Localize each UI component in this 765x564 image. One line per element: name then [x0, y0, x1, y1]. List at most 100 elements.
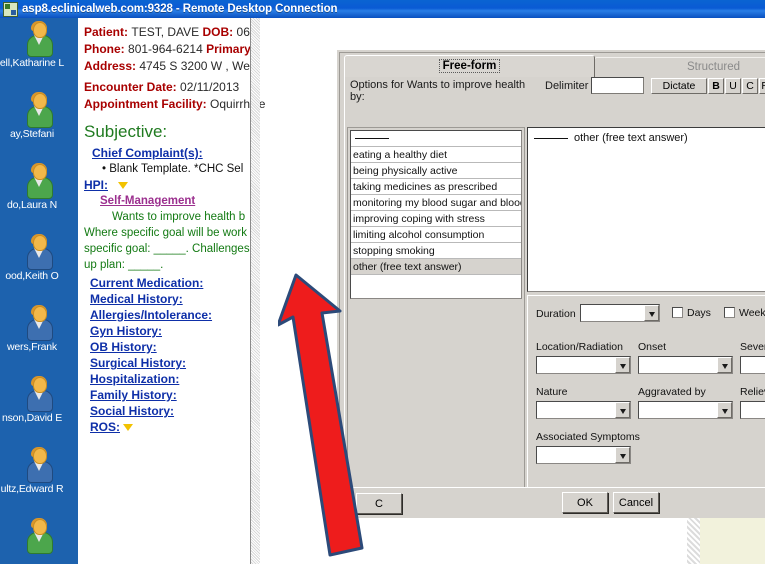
- days-checkbox[interactable]: [672, 307, 683, 318]
- sidebar-item-label: ay,Stefani: [10, 128, 54, 140]
- section-link[interactable]: Allergies/Intolerance:: [90, 307, 256, 323]
- option-listbox[interactable]: eating a healthy diet being physically ac…: [350, 130, 522, 299]
- option-list-item[interactable]: monitoring my blood sugar and blood pres…: [351, 195, 521, 211]
- hpi-attributes-group: Duration Days Weeks Months Years Locatio…: [527, 295, 765, 489]
- option-list-panel: eating a healthy diet being physically ac…: [347, 127, 525, 489]
- editor-content: other (free text answer): [534, 132, 688, 144]
- free-text-editor[interactable]: other (free text answer): [527, 127, 765, 292]
- option-list-item[interactable]: improving coping with stress: [351, 211, 521, 227]
- tab-panel-free-form: Options for Wants to improve health by: …: [344, 74, 765, 518]
- bold-button[interactable]: B: [708, 78, 724, 94]
- reset-font-button[interactable]: Reset Font: [759, 78, 765, 94]
- document-scrollbar[interactable]: [250, 18, 260, 564]
- chevron-down-icon[interactable]: [118, 181, 128, 189]
- sidebar-item-label: wers,Frank: [7, 341, 57, 353]
- chief-complaint-item: • Blank Template. *CHC Sel: [102, 163, 244, 175]
- chevron-down-icon[interactable]: [615, 447, 630, 463]
- user-female-icon: [24, 518, 54, 554]
- dialog-inner: Free-form Structured Options for Wants t…: [339, 52, 765, 518]
- location-combo[interactable]: [536, 356, 631, 374]
- sidebar-item-label: ell,Katharine L: [0, 57, 65, 69]
- user-female-icon: [24, 163, 54, 199]
- section-link[interactable]: Hospitalization:: [90, 371, 256, 387]
- onset-label: Onset: [638, 341, 667, 353]
- section-link[interactable]: Social History:: [90, 403, 256, 419]
- document-page: Patient: TEST, DAVE DOB: 06/Phone: 801-9…: [78, 18, 765, 564]
- chevron-down-icon[interactable]: [717, 402, 732, 418]
- sidebar-item[interactable]: ay,Stefani: [0, 89, 78, 160]
- patient-header-line: Patient: TEST, DAVE DOB: 06/: [84, 25, 254, 39]
- severity-combo[interactable]: [740, 356, 765, 374]
- weeks-checkbox[interactable]: [724, 307, 735, 318]
- weeks-label: Weeks: [739, 307, 765, 319]
- ok-button[interactable]: OK: [562, 492, 608, 513]
- section-link[interactable]: Family History:: [90, 387, 256, 403]
- option-list-item[interactable]: stopping smoking: [351, 243, 521, 259]
- sidebar-item-label: ultz,Edward R: [0, 483, 64, 495]
- sidebar-item[interactable]: [0, 515, 78, 564]
- user-female-icon: [24, 21, 54, 57]
- chief-complaint-link[interactable]: Chief Complaint(s):: [92, 145, 256, 161]
- section-link[interactable]: Gyn History:: [90, 323, 256, 339]
- tab-structured-label: Structured: [686, 61, 741, 73]
- narrative-line-3: up plan: _____.: [84, 259, 164, 271]
- ok-button-label: OK: [577, 497, 593, 509]
- sidebar-item[interactable]: ultz,Edward R: [0, 444, 78, 515]
- self-management-link[interactable]: Self-Management: [100, 193, 256, 209]
- days-label: Days: [687, 307, 711, 319]
- tab-structured[interactable]: Structured: [594, 57, 765, 77]
- sidebar-item[interactable]: wers,Frank: [0, 302, 78, 373]
- dictate-button[interactable]: Dictate: [651, 78, 707, 94]
- chevron-down-icon[interactable]: [615, 402, 630, 418]
- chevron-down-icon[interactable]: [717, 357, 732, 373]
- option-list-item[interactable]: eating a healthy diet: [351, 147, 521, 163]
- duration-label: Duration: [536, 308, 576, 320]
- dialog-tabs: Free-form Structured: [344, 55, 765, 77]
- aggravated-by-combo[interactable]: [638, 401, 733, 419]
- option-list-item[interactable]: other (free text answer): [351, 259, 521, 275]
- sidebar-item[interactable]: nson,David E: [0, 373, 78, 444]
- color-button[interactable]: C: [742, 78, 758, 94]
- location-label: Location/Radiation: [536, 341, 623, 353]
- nature-combo[interactable]: [536, 401, 631, 419]
- user-female-icon: [24, 92, 54, 128]
- patient-header-line: Address: 4745 S 3200 W , West: [84, 59, 260, 73]
- section-link[interactable]: Surgical History:: [90, 355, 256, 371]
- window-titlebar: asp8.eclinicalweb.com:9328 - Remote Desk…: [0, 0, 765, 18]
- option-list-item[interactable]: taking medicines as prescribed: [351, 179, 521, 195]
- remote-desktop-icon: [3, 1, 18, 17]
- relieved-by-label: Relieved by: [740, 386, 765, 398]
- patient-header-line: Phone: 801-964-6214 Primary I: [84, 42, 258, 56]
- tab-free-form[interactable]: Free-form: [344, 55, 595, 77]
- clear-all-button[interactable]: C: [356, 493, 402, 514]
- section-link[interactable]: OB History:: [90, 339, 256, 355]
- hpi-link[interactable]: HPI:: [84, 177, 108, 193]
- patient-header-line: Encounter Date: 02/11/2013: [84, 80, 240, 94]
- patient-header-line: Appointment Facility: Oquirrhvie: [84, 97, 266, 111]
- relieved-by-combo[interactable]: [740, 401, 765, 419]
- associated-symptoms-combo[interactable]: [536, 446, 631, 464]
- duration-combo[interactable]: [580, 304, 660, 322]
- section-link[interactable]: Current Medication:: [90, 275, 256, 291]
- chevron-down-icon[interactable]: [615, 357, 630, 373]
- section-links[interactable]: Current Medication: Medical History: Aller…: [90, 275, 256, 435]
- underline-button[interactable]: U: [725, 78, 741, 94]
- chevron-down-icon[interactable]: [123, 423, 133, 431]
- option-list-item[interactable]: being physically active: [351, 163, 521, 179]
- cancel-button[interactable]: Cancel: [613, 492, 659, 513]
- chevron-down-icon[interactable]: [644, 305, 659, 321]
- patient-sidebar[interactable]: ell,Katharine L ay,Stefani do,Laura N ood,K…: [0, 18, 78, 564]
- sidebar-item[interactable]: ood,Keith O: [0, 231, 78, 302]
- encounter-note: Patient: TEST, DAVE DOB: 06/Phone: 801-9…: [78, 18, 266, 564]
- tab-free-form-label: Free-form: [438, 59, 501, 73]
- section-link[interactable]: Medical History:: [90, 291, 256, 307]
- severity-label: Severity: [740, 341, 765, 353]
- section-link[interactable]: ROS:: [90, 419, 120, 435]
- window-title: asp8.eclinicalweb.com:9328 - Remote Desk…: [22, 3, 338, 15]
- onset-combo[interactable]: [638, 356, 733, 374]
- sidebar-item[interactable]: do,Laura N: [0, 160, 78, 231]
- option-list-item[interactable]: [351, 131, 521, 147]
- option-list-item[interactable]: limiting alcohol consumption: [351, 227, 521, 243]
- sidebar-item[interactable]: ell,Katharine L: [0, 18, 78, 89]
- delimiter-input[interactable]: [591, 77, 644, 94]
